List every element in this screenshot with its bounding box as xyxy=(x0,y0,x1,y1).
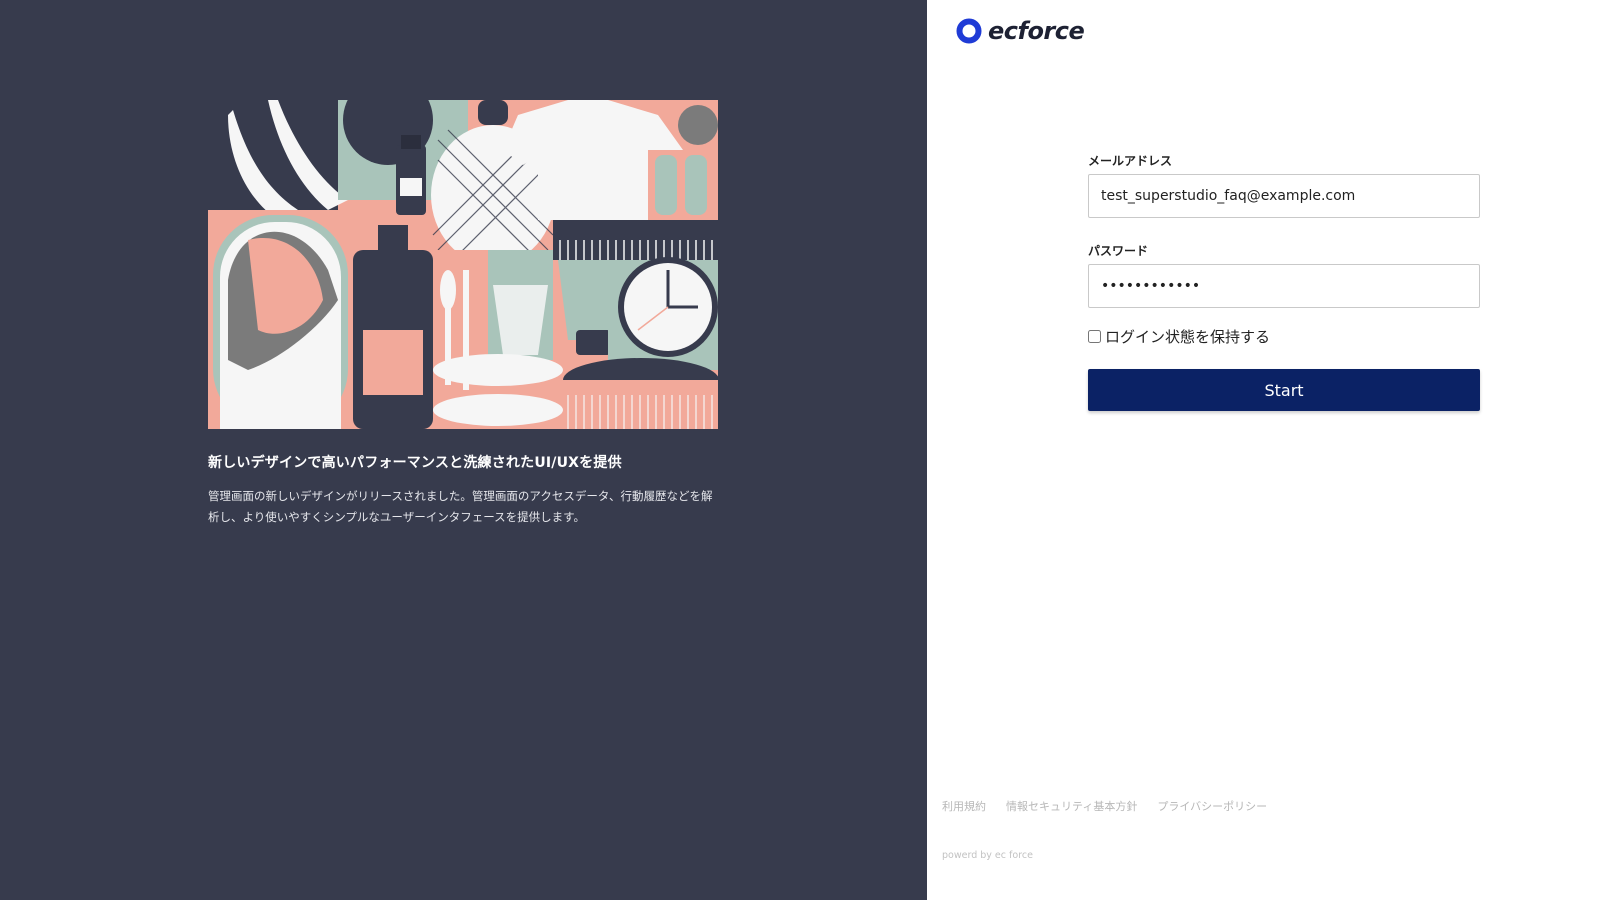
remember-me[interactable]: ログイン状態を保持する xyxy=(1088,326,1480,347)
remember-me-checkbox[interactable] xyxy=(1088,330,1101,343)
login-form: メールアドレス パスワード ログイン状態を保持する Start xyxy=(1088,152,1480,411)
login-panel: ecforce メールアドレス パスワード ログイン状態を保持する Start … xyxy=(927,0,1615,900)
login-page: 新しいデザインで高いパフォーマンスと洗練されたUI/UXを提供 管理画面の新しい… xyxy=(0,0,1615,900)
password-group: パスワード xyxy=(1088,242,1480,308)
remember-me-label: ログイン状態を保持する xyxy=(1105,328,1271,346)
email-input[interactable] xyxy=(1088,174,1480,218)
powered-by: powerd by ec force xyxy=(942,850,1033,861)
password-input[interactable] xyxy=(1088,264,1480,308)
footer-links: 利用規約 情報セキュリティ基本方針 プライバシーポリシー xyxy=(942,798,1267,814)
footer-link-privacy-policy[interactable]: プライバシーポリシー xyxy=(1157,798,1267,814)
email-group: メールアドレス xyxy=(1088,152,1480,218)
footer-link-security-policy[interactable]: 情報セキュリティ基本方針 xyxy=(1006,798,1137,814)
announcement-title: 新しいデザインで高いパフォーマンスと洗練されたUI/UXを提供 xyxy=(208,455,622,471)
ecforce-logo-icon xyxy=(956,18,982,44)
brand-name: ecforce xyxy=(988,17,1085,45)
footer-link-terms[interactable]: 利用規約 xyxy=(942,798,986,814)
announcement-description: 管理画面の新しいデザインがリリースされました。管理画面のアクセスデータ、行動履歴… xyxy=(208,489,713,524)
password-label: パスワード xyxy=(1088,244,1149,258)
hero-illustration xyxy=(208,100,718,429)
email-label: メールアドレス xyxy=(1088,154,1173,168)
brand-logo: ecforce xyxy=(956,17,1085,45)
promo-panel: 新しいデザインで高いパフォーマンスと洗練されたUI/UXを提供 管理画面の新しい… xyxy=(0,0,927,900)
start-button[interactable]: Start xyxy=(1088,369,1480,411)
